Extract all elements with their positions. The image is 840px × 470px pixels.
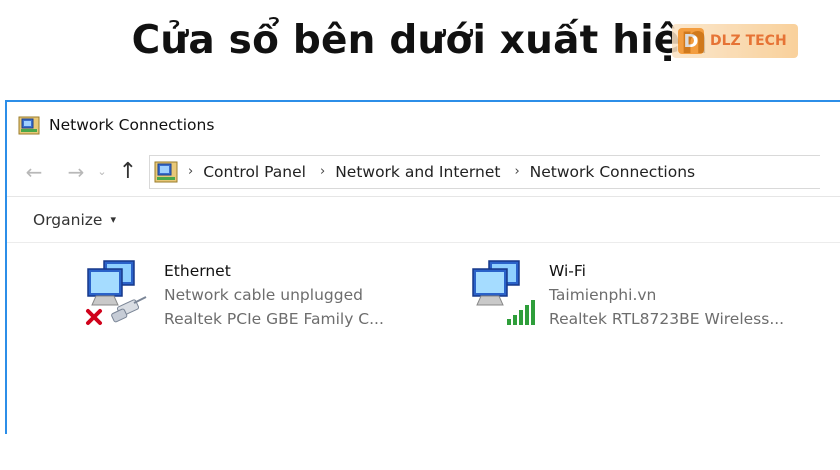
connection-item-ethernet[interactable]: Ethernet Network cable unplugged Realtek… bbox=[82, 259, 384, 331]
back-arrow-icon[interactable]: ← bbox=[19, 157, 49, 187]
connection-device: Realtek RTL8723BE Wireless... bbox=[549, 310, 785, 328]
control-panel-icon bbox=[154, 161, 178, 182]
forward-arrow-icon[interactable]: → bbox=[61, 157, 91, 187]
title-bar: Network Connections bbox=[7, 102, 840, 147]
connection-item-wifi[interactable]: Wi-Fi Taimienphi.vn Realtek RTL8723BE Wi… bbox=[467, 259, 784, 331]
breadcrumb-separator[interactable]: › bbox=[320, 164, 325, 179]
connection-details: Wi-Fi Taimienphi.vn Realtek RTL8723BE Wi… bbox=[549, 260, 784, 331]
breadcrumb-separator[interactable]: › bbox=[188, 164, 193, 179]
wifi-connected-icon bbox=[472, 260, 535, 325]
connection-status: Network cable unplugged bbox=[164, 286, 363, 304]
breadcrumb-control-panel[interactable]: Control Panel bbox=[203, 163, 306, 181]
dlz-tech-logo: D DLZ TECH bbox=[672, 24, 798, 58]
breadcrumb-separator[interactable]: › bbox=[514, 164, 519, 179]
network-folder-icon bbox=[18, 116, 40, 134]
connection-name: Ethernet bbox=[164, 262, 231, 280]
connection-name: Wi-Fi bbox=[549, 262, 586, 280]
logo-mark: D bbox=[678, 28, 704, 54]
breadcrumb-network-and-internet[interactable]: Network and Internet bbox=[335, 163, 500, 181]
navigation-bar: ← → ⌄ ↑ › Control Panel › Network and In… bbox=[7, 147, 840, 197]
network-connections-window: Network Connections ← → ⌄ ↑ › Control Pa… bbox=[5, 100, 840, 434]
recent-locations-chevron-icon[interactable]: ⌄ bbox=[93, 157, 111, 187]
ethernet-disconnected-icon bbox=[86, 260, 147, 325]
address-bar[interactable]: › Control Panel › Network and Internet ›… bbox=[149, 154, 820, 189]
up-arrow-icon[interactable]: ↑ bbox=[113, 157, 143, 187]
connection-status: Taimienphi.vn bbox=[549, 286, 657, 304]
breadcrumb-network-connections[interactable]: Network Connections bbox=[530, 163, 695, 181]
dropdown-caret-icon: ▾ bbox=[110, 213, 116, 226]
command-bar: Organize ▾ bbox=[7, 197, 840, 243]
connection-device: Realtek PCIe GBE Family C... bbox=[164, 310, 384, 328]
window-title: Network Connections bbox=[49, 115, 215, 134]
connection-details: Ethernet Network cable unplugged Realtek… bbox=[164, 260, 384, 331]
organize-menu-button[interactable]: Organize ▾ bbox=[33, 211, 116, 229]
connections-list: Ethernet Network cable unplugged Realtek… bbox=[7, 243, 840, 433]
logo-text: DLZ TECH bbox=[710, 33, 787, 49]
organize-label: Organize bbox=[33, 210, 103, 229]
